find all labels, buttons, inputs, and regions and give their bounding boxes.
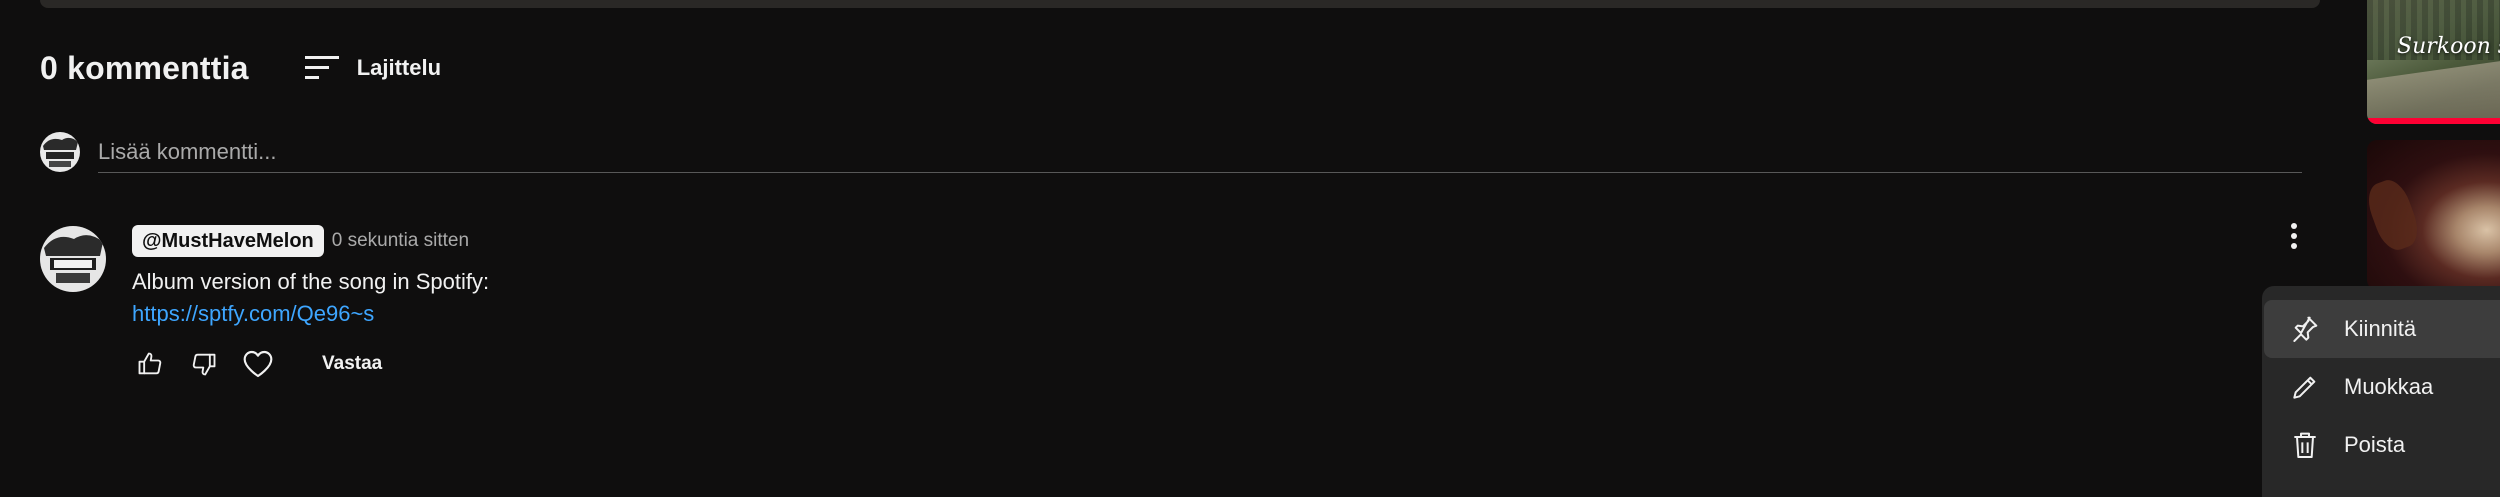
add-comment-placeholder: Lisää kommentti... (98, 138, 277, 164)
comments-header: 0 kommenttia Lajittelu (40, 44, 441, 92)
menu-item-pin[interactable]: Kiinnitä (2264, 300, 2500, 358)
comment-author-avatar[interactable] (40, 226, 106, 292)
related-video-thumbnail[interactable]: Surkoon sı (2367, 0, 2500, 124)
menu-item-edit[interactable]: Muokkaa (2262, 358, 2500, 416)
like-icon[interactable] (132, 346, 168, 382)
pin-icon (2288, 312, 2322, 346)
comment-context-menu: Kiinnitä Muokkaa Poista (2262, 286, 2500, 497)
comment-action-menu-button[interactable] (2276, 220, 2312, 256)
comment-text: Album version of the song in Spotify: (132, 269, 490, 294)
dislike-icon[interactable] (186, 346, 222, 382)
sort-button[interactable]: Lajittelu (304, 54, 442, 82)
heart-icon[interactable] (240, 346, 276, 382)
related-video-thumbnail-2[interactable] (2367, 140, 2500, 290)
pencil-icon (2288, 370, 2322, 404)
comment-thread: @MustHaveMelon 0 sekuntia sitten Album v… (40, 224, 2310, 404)
comment-link[interactable]: https://sptfy.com/Qe96~s (132, 298, 489, 330)
comment-author[interactable]: @MustHaveMelon (132, 225, 324, 257)
sort-icon (304, 54, 339, 82)
kebab-menu-icon (2290, 222, 2298, 255)
comment-timestamp[interactable]: 0 sekuntia sitten (332, 230, 469, 252)
comment-meta: @MustHaveMelon 0 sekuntia sitten (132, 224, 489, 258)
sort-label: Lajittelu (356, 55, 442, 80)
thumbnail-image-detail (2367, 58, 2500, 124)
menu-item-label: Poista (2344, 432, 2406, 457)
add-comment-input[interactable]: Lisää kommentti... (98, 132, 2302, 173)
menu-item-delete[interactable]: Poista (2262, 416, 2500, 474)
description-panel-edge (40, 0, 2320, 8)
reply-button[interactable]: Vastaa (322, 353, 382, 375)
thumbnail-title-text: Surkoon sı (2397, 34, 2500, 59)
menu-item-label: Kiinnitä (2344, 316, 2417, 341)
comment-body: @MustHaveMelon 0 sekuntia sitten Album v… (132, 224, 489, 382)
trash-icon (2288, 428, 2322, 462)
thumbnail-image (2367, 175, 2424, 255)
comments-count: 0 kommenttia (40, 49, 249, 86)
avatar[interactable] (40, 132, 80, 172)
watch-progress-bar (2367, 118, 2500, 124)
add-comment-row: Lisää kommentti... (40, 130, 2302, 174)
menu-item-label: Muokkaa (2344, 374, 2434, 399)
comment-actions: Vastaa (132, 346, 489, 382)
